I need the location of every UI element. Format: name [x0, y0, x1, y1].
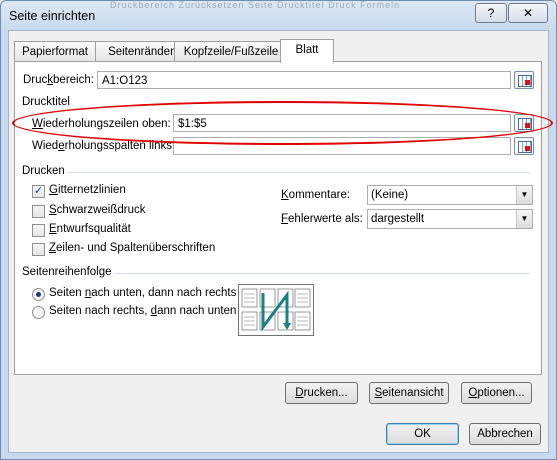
print-titles-heading: Drucktitel	[22, 96, 70, 108]
print-preview-button[interactable]: Seitenansicht	[369, 382, 449, 404]
checkbox-gridlines[interactable]: ✓	[32, 185, 45, 198]
chevron-down-icon: ▼	[516, 186, 532, 204]
row-col-headers-label: Zeilen- und Spaltenüberschriften	[49, 242, 216, 254]
down-then-over-label: Seiten nach unten, dann nach rechts	[49, 287, 237, 299]
over-then-down-label: Seiten nach rechts, dann nach unten	[49, 305, 237, 317]
checkbox-row-col-headers[interactable]	[32, 243, 45, 256]
draft-quality-label: Entwurfsqualität	[49, 223, 131, 235]
error-values-select[interactable]: dargestellt ▼	[367, 209, 533, 229]
comments-label: Kommentare:	[281, 189, 351, 201]
gridlines-label: Gitternetzlinien	[49, 184, 126, 196]
radio-down-then-over[interactable]	[32, 288, 45, 301]
cancel-button[interactable]: Abbrechen	[469, 423, 541, 445]
red-highlight-ellipse	[12, 101, 553, 145]
black-white-label: Schwarzweißdruck	[49, 204, 146, 216]
print-heading: Drucken	[22, 165, 65, 177]
tab-kopfzeile[interactable]: Kopfzeile/Fußzeile	[174, 41, 288, 62]
options-button[interactable]: Optionen...	[461, 382, 532, 404]
radio-over-then-down[interactable]	[32, 306, 45, 319]
chevron-down-icon: ▼	[516, 210, 532, 228]
checkbox-black-white[interactable]	[32, 205, 45, 218]
close-button[interactable]: ✕	[508, 3, 548, 23]
page-order-preview-icon	[238, 284, 314, 336]
print-area-label: Druckbereich:	[23, 74, 94, 86]
ok-button[interactable]: OK	[386, 423, 459, 445]
page-order-heading: Seitenreihenfolge	[22, 266, 112, 278]
dialog-title: Seite einrichten	[9, 9, 96, 23]
help-button[interactable]: ?	[475, 3, 507, 23]
print-area-input[interactable]: A1:O123	[97, 71, 511, 89]
print-area-ref-button[interactable]	[514, 71, 534, 89]
tab-papierformat[interactable]: Papierformat	[14, 41, 96, 62]
error-values-label: Fehlerwerte als:	[281, 213, 363, 225]
divider	[114, 273, 530, 274]
checkbox-draft-quality[interactable]	[32, 224, 45, 237]
repeat-columns-ref-button[interactable]	[514, 137, 534, 155]
tab-blatt[interactable]: Blatt	[280, 39, 334, 63]
comments-select[interactable]: (Keine) ▼	[367, 185, 533, 205]
print-button[interactable]: Drucken...	[285, 382, 358, 404]
divider	[68, 172, 530, 173]
